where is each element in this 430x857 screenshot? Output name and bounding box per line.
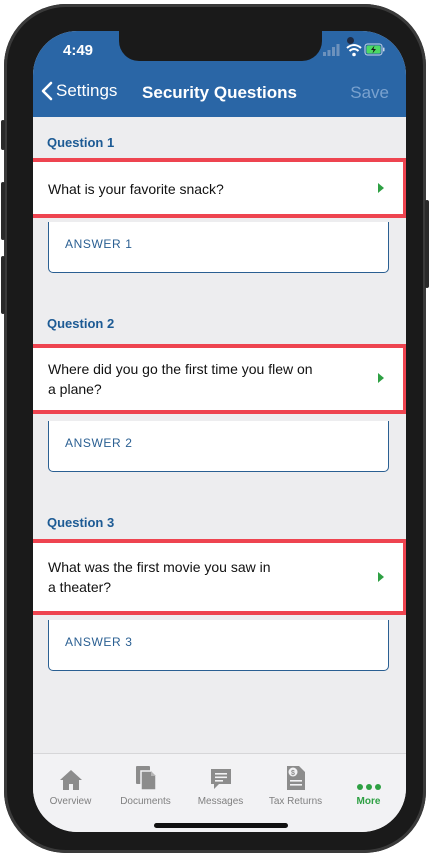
nav-header: 4:49 Settings Security Questions Save bbox=[33, 31, 406, 117]
wifi-icon bbox=[346, 44, 362, 57]
volume-up-button bbox=[1, 182, 5, 240]
tab-documents[interactable]: Documents bbox=[108, 754, 183, 807]
tab-label: Messages bbox=[197, 796, 244, 807]
question-3-label: Question 3 bbox=[47, 515, 115, 530]
svg-text:$: $ bbox=[291, 770, 295, 777]
home-indicator[interactable] bbox=[154, 823, 288, 828]
answer-2-placeholder: ANSWER 2 bbox=[65, 436, 133, 450]
more-dots-icon bbox=[356, 784, 381, 790]
power-button bbox=[425, 200, 429, 288]
mute-switch bbox=[1, 120, 5, 150]
answer-2-field[interactable]: ANSWER 2 bbox=[48, 421, 389, 472]
screen: 4:49 Settings Security Questions Save Qu… bbox=[33, 31, 406, 832]
volume-down-button bbox=[1, 256, 5, 314]
home-icon bbox=[59, 770, 82, 790]
tab-more[interactable]: More bbox=[331, 754, 406, 807]
answer-1-placeholder: ANSWER 1 bbox=[65, 237, 133, 251]
tab-label: Tax Returns bbox=[268, 796, 323, 807]
battery-icon bbox=[364, 43, 385, 56]
highlight-box bbox=[33, 158, 406, 218]
signal-icon bbox=[323, 44, 340, 56]
answer-3-placeholder: ANSWER 3 bbox=[65, 635, 133, 649]
tab-overview[interactable]: Overview bbox=[33, 754, 108, 807]
tab-label: More bbox=[356, 796, 381, 807]
question-2-label: Question 2 bbox=[47, 316, 115, 331]
tab-tax-returns[interactable]: $ Tax Returns bbox=[258, 754, 333, 807]
phone-frame: 4:49 Settings Security Questions Save Qu… bbox=[1, 4, 429, 853]
answer-3-field[interactable]: ANSWER 3 bbox=[48, 620, 389, 671]
question-1-label: Question 1 bbox=[47, 135, 115, 150]
status-icons bbox=[323, 43, 385, 62]
tab-messages[interactable]: Messages bbox=[183, 754, 258, 807]
tax-returns-icon: $ bbox=[286, 766, 305, 790]
documents-icon bbox=[135, 766, 157, 791]
messages-icon bbox=[210, 769, 231, 789]
save-button[interactable]: Save bbox=[350, 83, 389, 103]
tab-bar: Overview Documents Messages $ Tax Return… bbox=[33, 753, 406, 832]
status-time: 4:49 bbox=[63, 42, 94, 59]
tab-label: Documents bbox=[120, 796, 171, 807]
tab-label: Overview bbox=[49, 796, 92, 807]
highlight-box bbox=[33, 539, 406, 615]
answer-1-field[interactable]: ANSWER 1 bbox=[48, 222, 389, 273]
highlight-box bbox=[33, 344, 406, 414]
notch bbox=[119, 31, 354, 61]
